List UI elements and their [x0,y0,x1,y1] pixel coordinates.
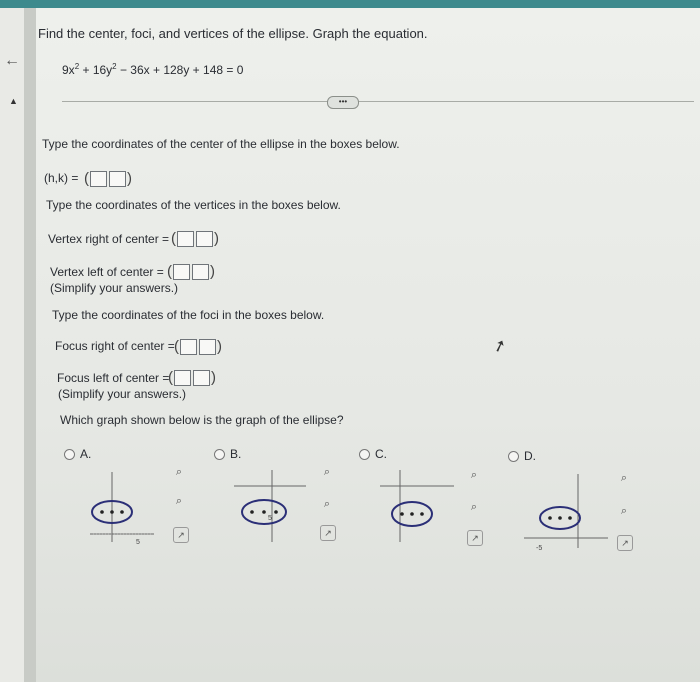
option-c[interactable]: C. [359,447,387,461]
option-a-radio[interactable] [64,448,75,460]
graph-b: 5 [234,470,306,542]
zoom-out-icon[interactable]: ⌕ [467,500,481,514]
graph-a: 5 [90,472,154,546]
option-a[interactable]: A. [64,447,91,461]
svg-text:5: 5 [268,515,272,522]
focus-right-y-input[interactable] [199,339,216,355]
svg-text:5: 5 [136,539,140,546]
external-link-icon[interactable]: ↗ [617,535,633,551]
top-bar [0,0,700,8]
back-arrow-icon[interactable]: ← [4,52,20,70]
section-divider [62,101,694,102]
focus-left-x-input[interactable] [174,370,191,386]
focus-right-label: Focus right of center = [55,339,175,353]
option-c-radio[interactable] [359,448,370,460]
vertices-simplify-note: (Simplify your answers.) [50,281,179,295]
vertex-left-label: Vertex left of center = [50,265,164,279]
center-h-input[interactable] [90,171,107,187]
focus-right-x-input[interactable] [180,339,197,355]
vertex-right-y-input[interactable] [196,231,213,247]
center-k-input[interactable] [109,171,126,187]
center-instruction: Type the coordinates of the center of th… [42,137,400,151]
graph-c [380,470,454,542]
vertex-left-input-group: () [167,263,215,280]
option-d[interactable]: D. [508,449,536,463]
focus-left-label: Focus left of center = [57,371,170,385]
zoom-out-icon[interactable]: ⌕ [617,504,631,518]
zoom-out-icon[interactable]: ⌕ [320,497,334,511]
zoom-in-icon[interactable]: ⌕ [320,465,334,479]
zoom-in-icon[interactable]: ⌕ [467,468,481,482]
question-prompt: Find the center, foci, and vertices of t… [38,26,428,41]
option-b-radio[interactable] [214,448,225,460]
focus-left-y-input[interactable] [193,370,210,386]
option-b[interactable]: B. [214,447,241,461]
vertex-right-x-input[interactable] [177,231,194,247]
center-input-group: () [84,170,132,187]
collapse-caret-icon[interactable]: ▲ [9,96,18,106]
external-link-icon[interactable]: ↗ [320,525,336,541]
foci-instruction: Type the coordinates of the foci in the … [52,308,325,322]
panel-divider [24,8,36,682]
foci-simplify-note: (Simplify your answers.) [58,387,187,401]
zoom-out-icon[interactable]: ⌕ [172,494,186,508]
vertex-right-input-group: () [171,230,219,247]
graph-question: Which graph shown below is the graph of … [60,413,344,427]
vertices-instruction: Type the coordinates of the vertices in … [46,198,341,212]
focus-right-input-group: () [174,338,222,355]
left-nav-panel: ← ▲ [0,8,24,682]
focus-left-input-group: () [168,369,216,386]
external-link-icon[interactable]: ↗ [173,527,189,543]
center-label: (h,k) = [44,171,79,185]
more-button[interactable]: ••• [327,96,359,109]
svg-text:-5: -5 [536,545,542,552]
zoom-in-icon[interactable]: ⌕ [617,471,631,485]
option-d-radio[interactable] [508,450,519,462]
ellipse-equation: 9x2 + 16y2 − 36x + 128y + 148 = 0 [62,62,244,77]
vertex-left-x-input[interactable] [173,264,190,280]
external-link-icon[interactable]: ↗ [467,530,483,546]
vertex-right-label: Vertex right of center = [48,232,170,246]
graph-d: -5 [524,474,608,552]
vertex-left-y-input[interactable] [192,264,209,280]
zoom-in-icon[interactable]: ⌕ [172,465,186,479]
